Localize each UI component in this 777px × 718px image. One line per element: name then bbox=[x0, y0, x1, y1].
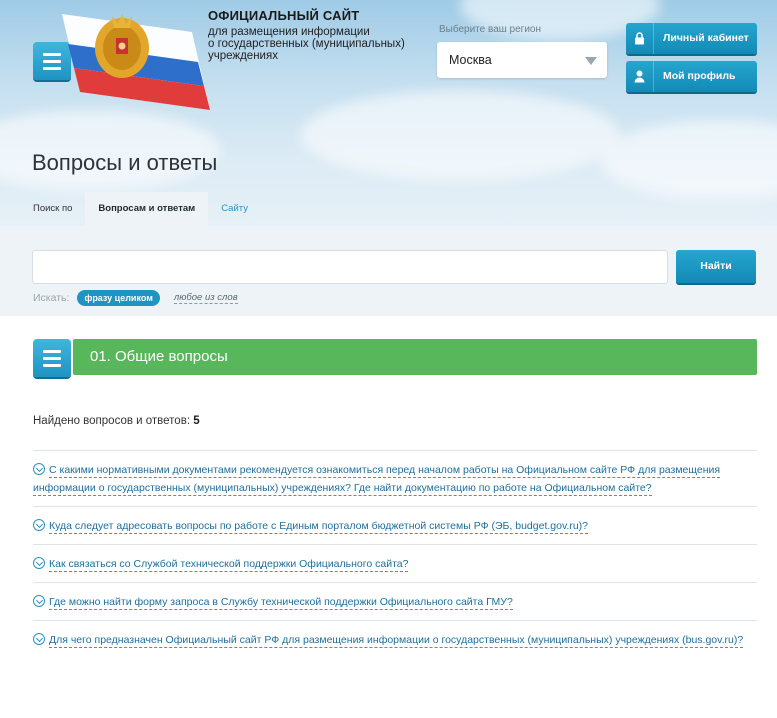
question-link[interactable]: Где можно найти форму запроса в Службу т… bbox=[33, 595, 513, 610]
lock-icon bbox=[626, 23, 654, 54]
region-value: Москва bbox=[449, 53, 492, 67]
chevron-circle-icon bbox=[33, 633, 45, 645]
question-link[interactable]: Для чего предназначен Официальный сайт Р… bbox=[33, 633, 744, 648]
coat-of-arms-logo bbox=[62, 14, 210, 110]
cloud-decoration bbox=[300, 90, 620, 180]
dropdown-arrow-icon bbox=[585, 57, 597, 65]
chevron-circle-icon bbox=[33, 519, 45, 531]
tab-questions-answers[interactable]: Вопросам и ответам bbox=[85, 192, 209, 226]
chevron-circle-icon bbox=[33, 463, 45, 475]
site-title: ОФИЦИАЛЬНЫЙ САЙТ bbox=[208, 8, 360, 23]
questions-list: С какими нормативными документами рекоме… bbox=[33, 450, 757, 658]
search-mode: Искать: фразу целиком любое из слов bbox=[33, 290, 238, 306]
category-title[interactable]: 01. Общие вопросы bbox=[73, 339, 757, 375]
personal-cabinet-label: Личный кабинет bbox=[663, 32, 749, 44]
list-item: С какими нормативными документами рекоме… bbox=[33, 450, 757, 506]
list-item: Для чего предназначен Официальный сайт Р… bbox=[33, 620, 757, 658]
question-text[interactable]: Где можно найти форму запроса в Службу т… bbox=[49, 596, 513, 610]
list-item: Куда следует адресовать вопросы по работ… bbox=[33, 506, 757, 544]
header: ОФИЦИАЛЬНЫЙ САЙТ для размещения информац… bbox=[0, 0, 777, 226]
site-subtitle: для размещения информации о государствен… bbox=[208, 26, 428, 62]
search-mode-label: Искать: bbox=[33, 292, 70, 304]
question-text[interactable]: Как связаться со Службой технической под… bbox=[49, 558, 409, 572]
my-profile-button[interactable]: Мой профиль bbox=[626, 61, 757, 92]
question-link[interactable]: С какими нормативными документами рекоме… bbox=[33, 463, 721, 496]
hamburger-icon bbox=[43, 52, 61, 56]
find-button[interactable]: Найти bbox=[676, 250, 756, 283]
my-profile-label: Мой профиль bbox=[663, 70, 736, 82]
list-item: Как связаться со Службой технической под… bbox=[33, 544, 757, 582]
category-menu-button[interactable] bbox=[33, 339, 71, 377]
question-link[interactable]: Куда следует адресовать вопросы по работ… bbox=[33, 519, 589, 534]
tab-prefix: Поиск по bbox=[33, 203, 73, 214]
tab-site[interactable]: Сайту bbox=[208, 192, 261, 226]
chevron-circle-icon bbox=[33, 595, 45, 607]
search-tabs: Поиск по Вопросам и ответам Сайту bbox=[20, 192, 261, 226]
results-count: Найдено вопросов и ответов: 5 bbox=[33, 415, 200, 427]
region-select[interactable]: Москва bbox=[437, 42, 607, 78]
question-link[interactable]: Как связаться со Службой технической под… bbox=[33, 557, 409, 572]
question-text[interactable]: С какими нормативными документами рекоме… bbox=[33, 464, 721, 496]
page-title: Вопросы и ответы bbox=[32, 150, 218, 175]
search-mode-phrase[interactable]: фразу целиком bbox=[77, 290, 160, 306]
question-text[interactable]: Куда следует адресовать вопросы по работ… bbox=[49, 520, 589, 534]
site-subtitle-line: учреждениях bbox=[208, 50, 278, 62]
personal-cabinet-button[interactable]: Личный кабинет bbox=[626, 23, 757, 54]
site-title-block: ОФИЦИАЛЬНЫЙ САЙТ для размещения информац… bbox=[208, 8, 428, 62]
search-mode-any-word[interactable]: любое из слов bbox=[173, 292, 238, 304]
user-icon bbox=[626, 61, 654, 92]
site-subtitle-line: для размещения информации bbox=[208, 26, 370, 38]
cloud-decoration bbox=[600, 120, 777, 200]
chevron-circle-icon bbox=[33, 557, 45, 569]
question-text[interactable]: Для чего предназначен Официальный сайт Р… bbox=[49, 634, 744, 648]
list-item: Где можно найти форму запроса в Службу т… bbox=[33, 582, 757, 620]
results-count-value: 5 bbox=[193, 415, 200, 427]
search-input[interactable] bbox=[32, 250, 668, 284]
region-label: Выберите ваш регион bbox=[439, 24, 541, 35]
site-subtitle-line: о государственных (муниципальных) bbox=[208, 38, 405, 50]
hamburger-icon bbox=[43, 349, 61, 353]
search-panel: Найти Искать: фразу целиком любое из сло… bbox=[0, 226, 777, 316]
results-count-label: Найдено вопросов и ответов: bbox=[33, 415, 191, 427]
